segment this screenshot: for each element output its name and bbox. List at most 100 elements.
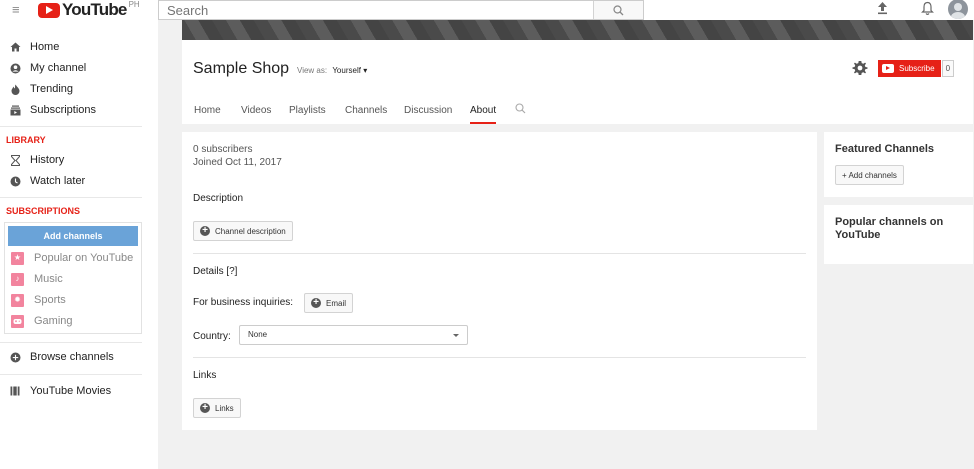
subscribe-group: Subscribe 0 (878, 60, 955, 78)
logo-country: PH (128, 0, 140, 9)
sidebar-item-label: Trending (30, 83, 74, 95)
subscription-item-label: Music (34, 273, 63, 285)
subscriber-count-badge: 0 (941, 60, 955, 77)
tab-playlists[interactable]: Playlists (289, 98, 326, 124)
view-as-label: View as: (297, 66, 328, 75)
search-input[interactable] (159, 1, 593, 19)
sidebar-item-label: Browse channels (30, 351, 114, 363)
country-select[interactable]: None (239, 325, 468, 345)
country-value: None (248, 330, 268, 339)
section-divider (193, 357, 806, 358)
subscription-item-label: Sports (34, 294, 66, 306)
tab-about[interactable]: About (470, 98, 497, 124)
tab-home[interactable]: Home (194, 98, 221, 124)
subscriptions-icon (0, 105, 30, 116)
gear-icon[interactable] (852, 60, 868, 76)
account-avatar[interactable] (948, 0, 968, 19)
logo-text: YouTube (62, 0, 127, 19)
plus-circle-icon (0, 352, 30, 363)
subscribe-button[interactable]: Subscribe (878, 60, 941, 77)
tab-discussion[interactable]: Discussion (404, 98, 452, 124)
sidebar-item-watch-later[interactable]: Watch later (0, 171, 158, 191)
channel-description-button[interactable]: + Channel description (193, 221, 293, 241)
subscription-item-label: Gaming (34, 315, 73, 327)
popular-channels-panel: Popular channels on YouTube (824, 205, 973, 264)
sidebar-item-label: Home (30, 41, 60, 53)
library-heading: LIBRARY (6, 135, 46, 145)
youtube-logo[interactable]: YouTube PH (38, 0, 140, 20)
plus-icon: + (200, 226, 210, 236)
business-inquiries-label: For business inquiries: (193, 297, 294, 308)
about-panel: 0 subscribers Joined Oct 11, 2017 Descri… (182, 132, 817, 430)
top-bar: ≡ YouTube PH (0, 0, 974, 20)
sidebar-item-label: Subscriptions (30, 104, 97, 116)
plus-icon: + (311, 298, 321, 308)
subscribers-text: 0 subscribers (193, 144, 253, 155)
view-as-value: Yourself (332, 66, 361, 75)
search-button[interactable] (593, 1, 643, 19)
add-channels-button[interactable]: Add channels (8, 226, 138, 246)
featured-channels-panel: Featured Channels + Add channels (824, 132, 973, 197)
channel-title: Sample Shop (193, 60, 290, 77)
section-divider (193, 253, 806, 254)
description-heading: Description (193, 193, 244, 204)
ball-icon: ✹ (11, 293, 24, 307)
subscription-item-gaming[interactable]: Gaming (11, 312, 73, 330)
sidebar-item-browse-channels[interactable]: Browse channels (0, 347, 158, 367)
channel-header: Sample Shop View as: Yourself ▾ Subscrib… (182, 40, 973, 124)
flame-icon (0, 84, 30, 95)
view-as-selector[interactable]: View as: Yourself ▾ (297, 66, 367, 75)
youtube-icon (882, 64, 894, 73)
details-heading: Details [?] (193, 266, 238, 277)
sidebar-item-trending[interactable]: Trending (0, 79, 158, 99)
hourglass-icon (0, 154, 30, 166)
subscription-item-music[interactable]: ♪ Music (11, 270, 63, 288)
sidebar-divider (0, 374, 142, 375)
music-icon: ♪ (11, 272, 24, 286)
caret-down-icon: ▾ (363, 66, 368, 75)
subscription-item-sports[interactable]: ✹ Sports (11, 291, 66, 309)
plus-icon: + (200, 403, 210, 413)
add-featured-channels-button[interactable]: + Add channels (835, 165, 904, 185)
person-icon (0, 63, 30, 74)
joined-text: Joined Oct 11, 2017 (193, 157, 282, 168)
upload-icon[interactable] (876, 1, 889, 18)
sidebar-item-youtube-movies[interactable]: YouTube Movies (0, 381, 158, 401)
search-icon (613, 4, 624, 15)
subscriptions-box: Add channels ★ Popular on YouTube ♪ Musi… (4, 222, 142, 334)
tab-videos[interactable]: Videos (241, 98, 271, 124)
tab-channels[interactable]: Channels (345, 98, 387, 124)
hamburger-menu-icon[interactable]: ≡ (12, 3, 20, 16)
links-button[interactable]: + Links (193, 398, 241, 418)
links-heading: Links (193, 370, 217, 381)
channel-banner (182, 20, 973, 40)
sidebar-item-home[interactable]: Home (0, 37, 158, 57)
caret-down-icon (453, 334, 459, 337)
sidebar-item-label: Watch later (30, 175, 86, 187)
email-button[interactable]: + Email (304, 293, 354, 313)
featured-channels-title: Featured Channels (835, 143, 935, 155)
star-icon: ★ (11, 251, 24, 265)
youtube-play-icon (38, 2, 60, 18)
sidebar-divider (0, 342, 142, 343)
subscribe-label: Subscribe (899, 64, 935, 73)
subscription-item-popular[interactable]: ★ Popular on YouTube (11, 249, 133, 267)
country-label: Country: (193, 331, 231, 342)
sidebar-divider (0, 197, 142, 198)
film-icon (0, 386, 30, 396)
channel-search-icon[interactable] (515, 103, 526, 117)
clock-icon (0, 176, 30, 187)
sidebar-item-label: History (30, 154, 65, 166)
sidebar-item-label: My channel (30, 62, 87, 74)
gamepad-icon (11, 314, 24, 328)
home-icon (0, 42, 30, 52)
search-box (158, 0, 644, 20)
sidebar-item-my-channel[interactable]: My channel (0, 58, 158, 78)
sidebar: Home My channel Trending Subscriptions L… (0, 20, 158, 469)
button-label: Email (326, 298, 347, 308)
notifications-bell-icon[interactable] (921, 1, 934, 19)
sidebar-item-subscriptions[interactable]: Subscriptions (0, 100, 158, 120)
subscriptions-heading: SUBSCRIPTIONS (6, 206, 81, 216)
sidebar-item-label: YouTube Movies (30, 385, 112, 397)
sidebar-item-history[interactable]: History (0, 150, 158, 170)
